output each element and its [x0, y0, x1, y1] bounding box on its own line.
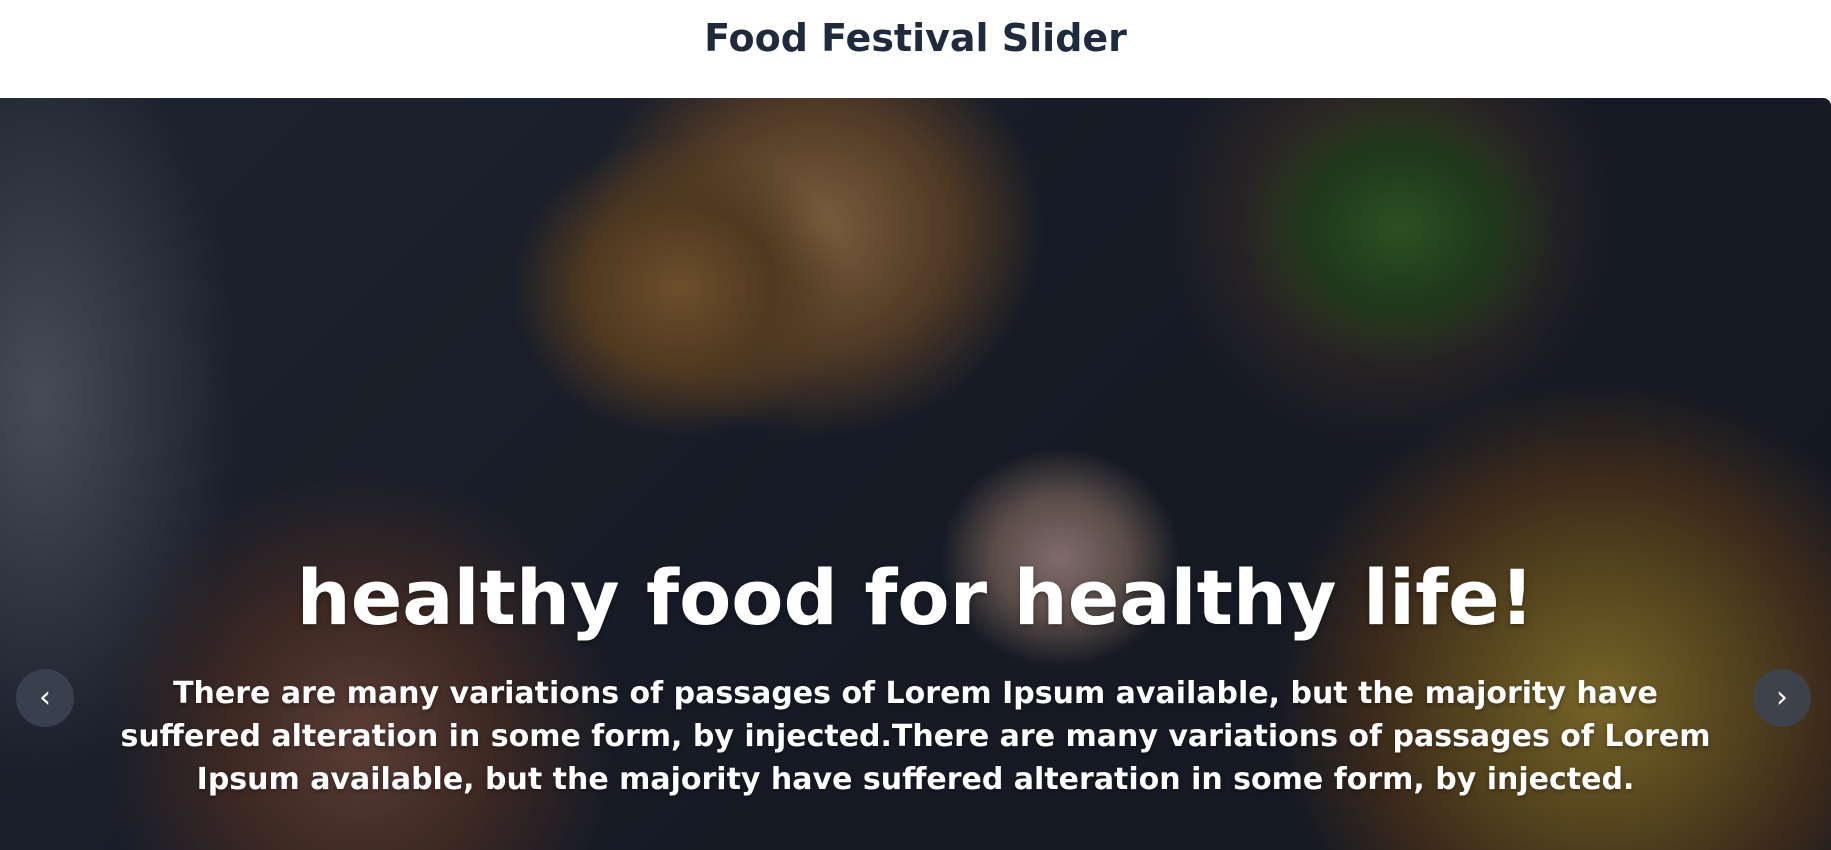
food-slider: healthy food for healthy life! There are…: [0, 98, 1831, 850]
slide-heading: healthy food for healthy life!: [296, 553, 1535, 642]
slider-next-button[interactable]: ›: [1753, 669, 1811, 727]
chevron-right-icon: ›: [1776, 680, 1788, 715]
page-header: Food Festival Slider: [0, 0, 1831, 98]
chevron-left-icon: ‹: [39, 680, 51, 715]
slider-prev-button[interactable]: ‹: [16, 669, 74, 727]
slide-description: There are many variations of passages of…: [120, 676, 1711, 797]
page-title: Food Festival Slider: [704, 16, 1127, 60]
